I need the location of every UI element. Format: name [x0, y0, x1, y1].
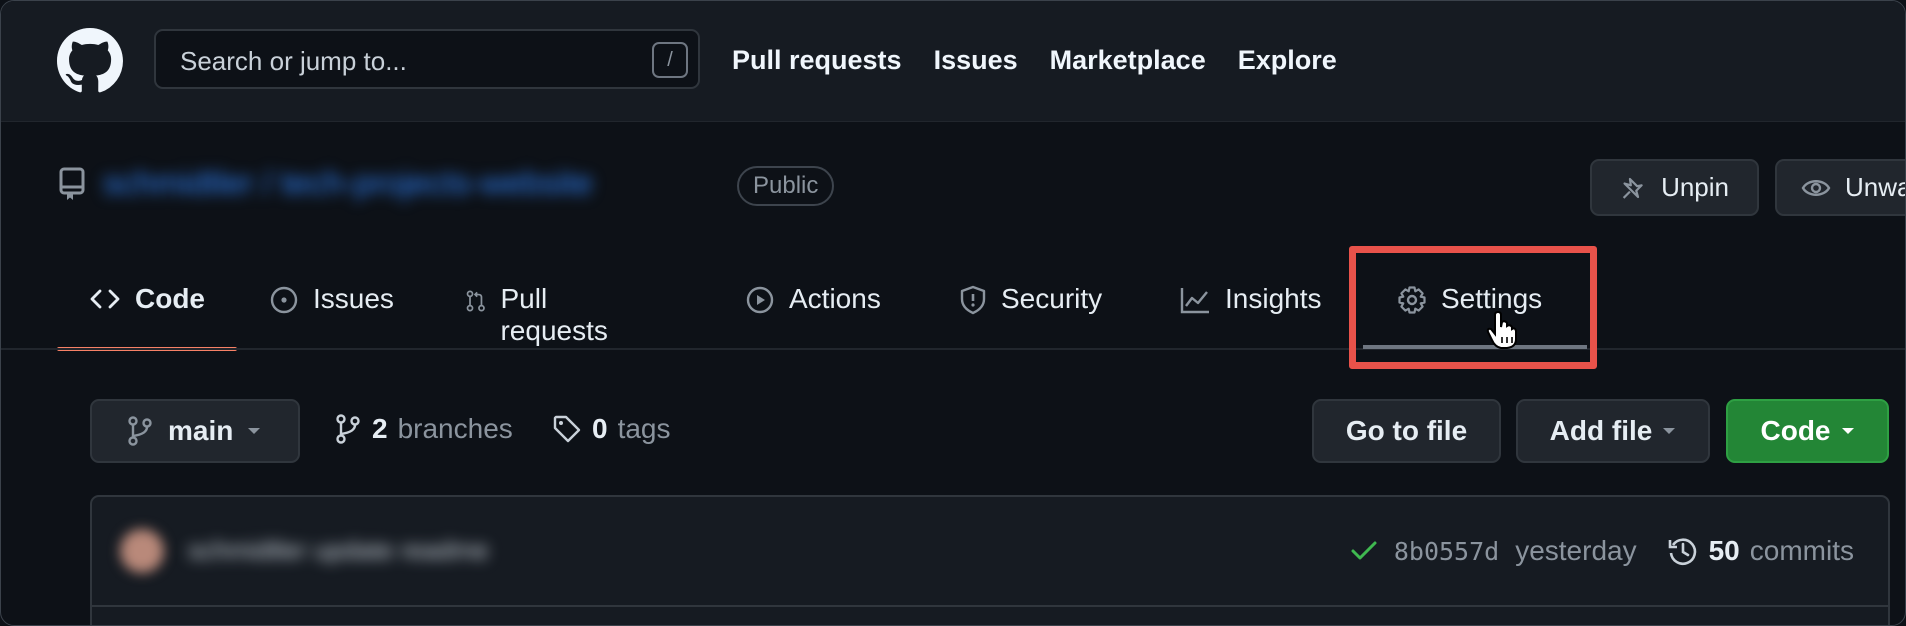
tab-label: Code [135, 283, 205, 314]
tab-label: Insights [1225, 283, 1322, 314]
commits-label: commits [1749, 535, 1854, 566]
branches-label: branches [397, 413, 513, 444]
unwatch-button[interactable]: Unwa [1775, 159, 1906, 216]
tab-security[interactable]: Security [959, 269, 1102, 349]
unwatch-label: Unwa [1845, 172, 1906, 202]
branch-icon [336, 414, 360, 444]
code-icon [90, 289, 120, 309]
nav-explore[interactable]: Explore [1238, 45, 1337, 76]
github-logo-icon[interactable] [57, 28, 123, 94]
tab-label: Pull requests [500, 283, 608, 346]
avatar[interactable] [120, 529, 164, 573]
tab-pull-requests[interactable]: Pull requests [465, 269, 616, 349]
history-icon [1668, 538, 1696, 566]
pull-request-icon [466, 290, 485, 312]
search-placeholder: Search or jump to... [180, 46, 407, 76]
tab-label: Issues [313, 283, 394, 314]
tab-issues[interactable]: Issues [269, 269, 394, 349]
latest-commit-box: schmidtler update readme 8b0557d yesterd… [90, 495, 1890, 625]
caret-down-icon [1663, 428, 1676, 434]
code-button[interactable]: Code [1726, 399, 1889, 463]
commit-time[interactable]: yesterday [1515, 535, 1636, 567]
global-nav: Pull requests Issues Marketplace Explore [732, 45, 1337, 76]
tab-label: Security [1001, 283, 1103, 314]
commit-meta: 8b0557d yesterday 50 commits [1350, 535, 1854, 567]
add-file-label: Add file [1549, 415, 1653, 446]
commits-count: 50 [1708, 535, 1740, 566]
commits-link[interactable]: 50 commits [1667, 535, 1854, 567]
github-repo-page: Search or jump to... / Pull requests Iss… [0, 0, 1906, 626]
caret-down-icon [248, 428, 261, 434]
nav-issues[interactable]: Issues [934, 45, 1018, 76]
branch-name: main [168, 415, 234, 446]
visibility-badge: Public [737, 166, 835, 206]
repo-icon [59, 167, 85, 200]
commit-sha-link[interactable]: 8b0557d [1394, 537, 1499, 566]
tab-code[interactable]: Code [57, 269, 237, 351]
go-to-file-button[interactable]: Go to file [1312, 399, 1501, 463]
pin-slash-icon [1622, 177, 1643, 199]
branches-link[interactable]: 2 branches [334, 413, 513, 445]
global-header: Search or jump to... / Pull requests Iss… [1, 1, 1905, 122]
commit-message[interactable]: schmidtler update readme [188, 535, 528, 565]
go-to-file-label: Go to file [1345, 415, 1468, 446]
play-icon [746, 286, 774, 314]
tag-icon [553, 415, 581, 443]
issue-icon [270, 286, 298, 314]
graph-icon [1180, 288, 1209, 314]
tags-link[interactable]: 0 tags [552, 413, 671, 445]
unpin-button[interactable]: Unpin [1590, 159, 1759, 216]
repo-name-link[interactable]: schmidtler / tech-projects-website [103, 164, 723, 204]
caret-down-icon [1841, 428, 1854, 434]
search-shortcut-key: / [652, 42, 688, 78]
tabs-divider [1, 348, 1905, 350]
tab-insights[interactable]: Insights [1179, 269, 1322, 349]
branch-selector[interactable]: main [90, 399, 300, 463]
settings-highlight-annotation [1349, 246, 1597, 369]
nav-pull-requests[interactable]: Pull requests [732, 45, 902, 76]
branch-icon [128, 416, 152, 446]
branches-count: 2 [372, 413, 388, 444]
tab-label: Actions [789, 283, 881, 314]
shield-icon [960, 285, 986, 315]
eye-icon [1801, 179, 1831, 196]
tags-count: 0 [592, 413, 608, 444]
unpin-label: Unpin [1661, 172, 1729, 202]
commit-box-divider [92, 605, 1888, 607]
hand-cursor-icon [1486, 311, 1517, 349]
check-icon [1351, 541, 1377, 560]
tab-actions[interactable]: Actions [745, 269, 881, 349]
code-label: Code [1760, 415, 1831, 446]
search-input[interactable]: Search or jump to... / [154, 29, 700, 89]
add-file-button[interactable]: Add file [1516, 399, 1710, 463]
tags-label: tags [617, 413, 671, 444]
nav-marketplace[interactable]: Marketplace [1050, 45, 1206, 76]
